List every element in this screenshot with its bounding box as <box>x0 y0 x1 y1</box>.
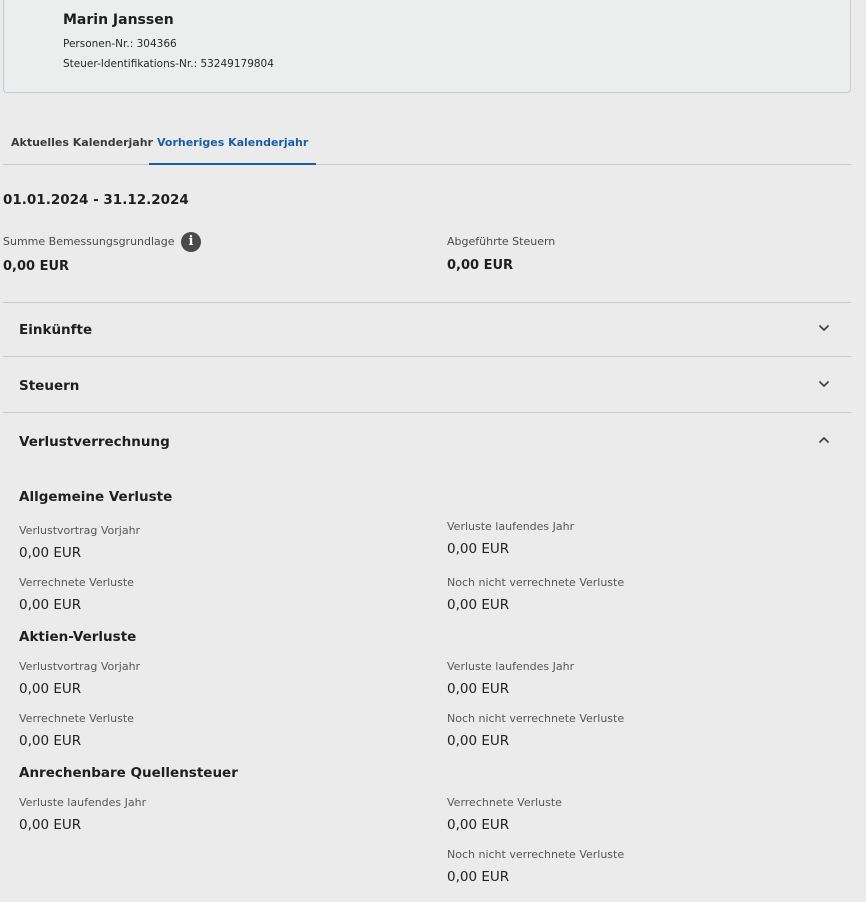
general-offset-label: Verrechnete Verluste <box>19 576 134 589</box>
accordion-income[interactable]: Einkünfte <box>3 303 851 357</box>
stock-carry-value: 0,00 EUR <box>19 681 82 697</box>
general-open-label: Noch nicht verrechnete Verluste <box>447 576 625 589</box>
tab-previous-year[interactable]: Vorheriges Kalenderjahr <box>149 126 317 165</box>
base-value: 0,00 EUR <box>3 259 70 274</box>
stock-losses-title: Aktien-Verluste <box>19 629 137 645</box>
general-offset-value: 0,00 EUR <box>19 597 82 613</box>
info-icon[interactable]: i <box>181 232 201 252</box>
general-current-value: 0,00 EUR <box>447 541 510 557</box>
tax-id: Steuer-Identifikations-Nr.: 53249179804 <box>63 58 274 70</box>
divider <box>3 412 851 413</box>
taxes-label: Abgeführte Steuern <box>447 235 556 248</box>
general-current-label: Verluste laufendes Jahr <box>447 520 575 533</box>
withholding-open-label: Noch nicht verrechnete Verluste <box>447 848 625 861</box>
chevron-down-icon <box>819 325 829 331</box>
withholding-open-value: 0,00 EUR <box>447 869 510 885</box>
accordion-taxes[interactable]: Steuern <box>3 359 851 413</box>
general-open-value: 0,00 EUR <box>447 597 510 613</box>
withholding-offset-label: Verrechnete Verluste <box>447 796 562 809</box>
stock-carry-label: Verlustvortrag Vorjahr <box>19 660 141 673</box>
withholding-offset-value: 0,00 EUR <box>447 817 510 833</box>
accordion-income-title: Einkünfte <box>19 322 93 338</box>
chevron-up-icon <box>819 437 829 443</box>
tax-overview-page: Marin Janssen Personen-Nr.: 304366 Steue… <box>0 0 866 902</box>
period-range: 01.01.2024 - 31.12.2024 <box>3 192 189 208</box>
year-tabs: Aktuelles Kalenderjahr Vorheriges Kalend… <box>3 126 851 165</box>
base-label: Summe Bemessungsgrundlage <box>3 235 175 248</box>
general-carry-label: Verlustvortrag Vorjahr <box>19 524 141 537</box>
withholding-current-label: Verluste laufendes Jahr <box>19 796 147 809</box>
general-losses-title: Allgemeine Verluste <box>19 489 173 505</box>
general-carry-value: 0,00 EUR <box>19 545 82 561</box>
stock-current-label: Verluste laufendes Jahr <box>447 660 575 673</box>
stock-offset-value: 0,00 EUR <box>19 733 82 749</box>
chevron-down-icon <box>819 381 829 387</box>
withholding-current-value: 0,00 EUR <box>19 817 82 833</box>
stock-offset-label: Verrechnete Verluste <box>19 712 134 725</box>
person-number: Personen-Nr.: 304366 <box>63 38 177 50</box>
customer-card: Marin Janssen Personen-Nr.: 304366 Steue… <box>3 0 851 93</box>
stock-open-label: Noch nicht verrechnete Verluste <box>447 712 625 725</box>
stock-open-value: 0,00 EUR <box>447 733 510 749</box>
tab-current-year[interactable]: Aktuelles Kalenderjahr <box>11 126 153 163</box>
taxes-value: 0,00 EUR <box>447 258 514 273</box>
accordion-loss[interactable]: Verlustverrechnung <box>3 415 851 469</box>
customer-name: Marin Janssen <box>63 12 174 28</box>
accordion-loss-title: Verlustverrechnung <box>19 434 170 450</box>
divider <box>3 356 851 357</box>
stock-current-value: 0,00 EUR <box>447 681 510 697</box>
withholding-title: Anrechenbare Quellensteuer <box>19 765 238 781</box>
accordion-taxes-title: Steuern <box>19 378 80 394</box>
